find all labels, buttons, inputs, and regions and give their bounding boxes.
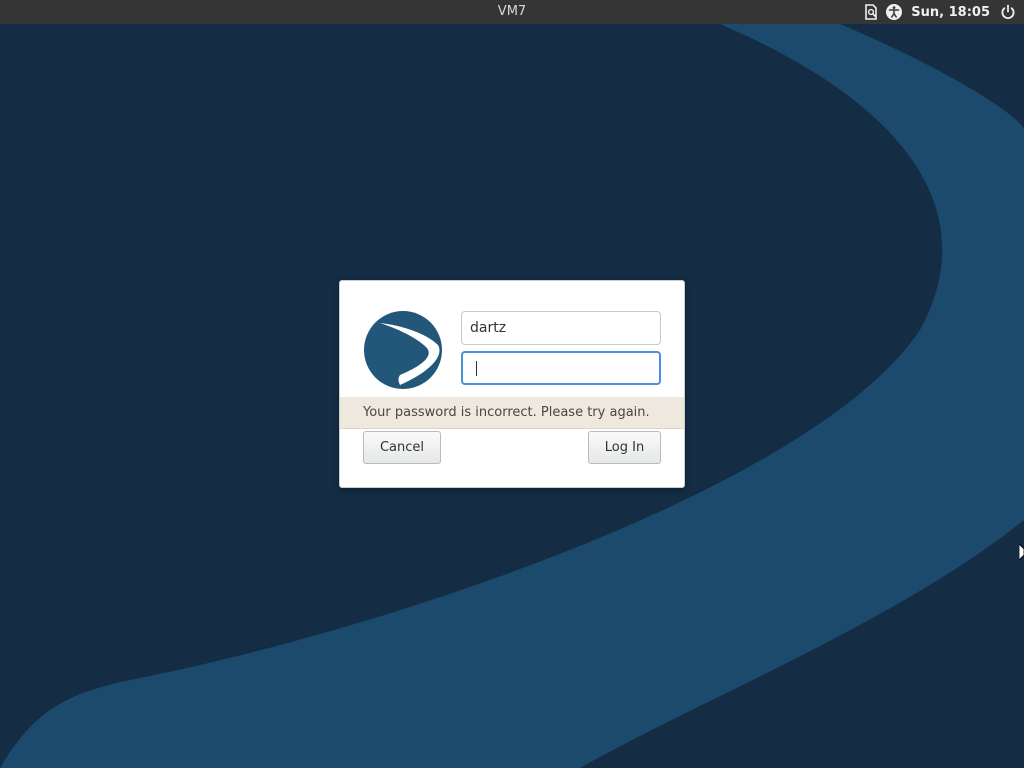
- system-tray: Sun, 18:05: [863, 0, 1016, 24]
- error-message: Your password is incorrect. Please try a…: [340, 397, 684, 429]
- accessibility-icon[interactable]: [885, 3, 903, 21]
- password-field[interactable]: [461, 351, 661, 385]
- power-icon[interactable]: [1000, 4, 1016, 20]
- document-status-icon[interactable]: [863, 4, 879, 20]
- mouse-pointer-icon: [1019, 544, 1024, 560]
- username-field[interactable]: [461, 311, 661, 345]
- distro-logo-icon: [364, 311, 442, 389]
- cancel-button[interactable]: Cancel: [363, 431, 441, 464]
- top-bar: VM7 Sun, 18:05: [0, 0, 1024, 24]
- clock[interactable]: Sun, 18:05: [911, 5, 990, 20]
- login-button[interactable]: Log In: [588, 431, 661, 464]
- login-dialog: Your password is incorrect. Please try a…: [339, 280, 685, 488]
- text-caret: [476, 361, 477, 376]
